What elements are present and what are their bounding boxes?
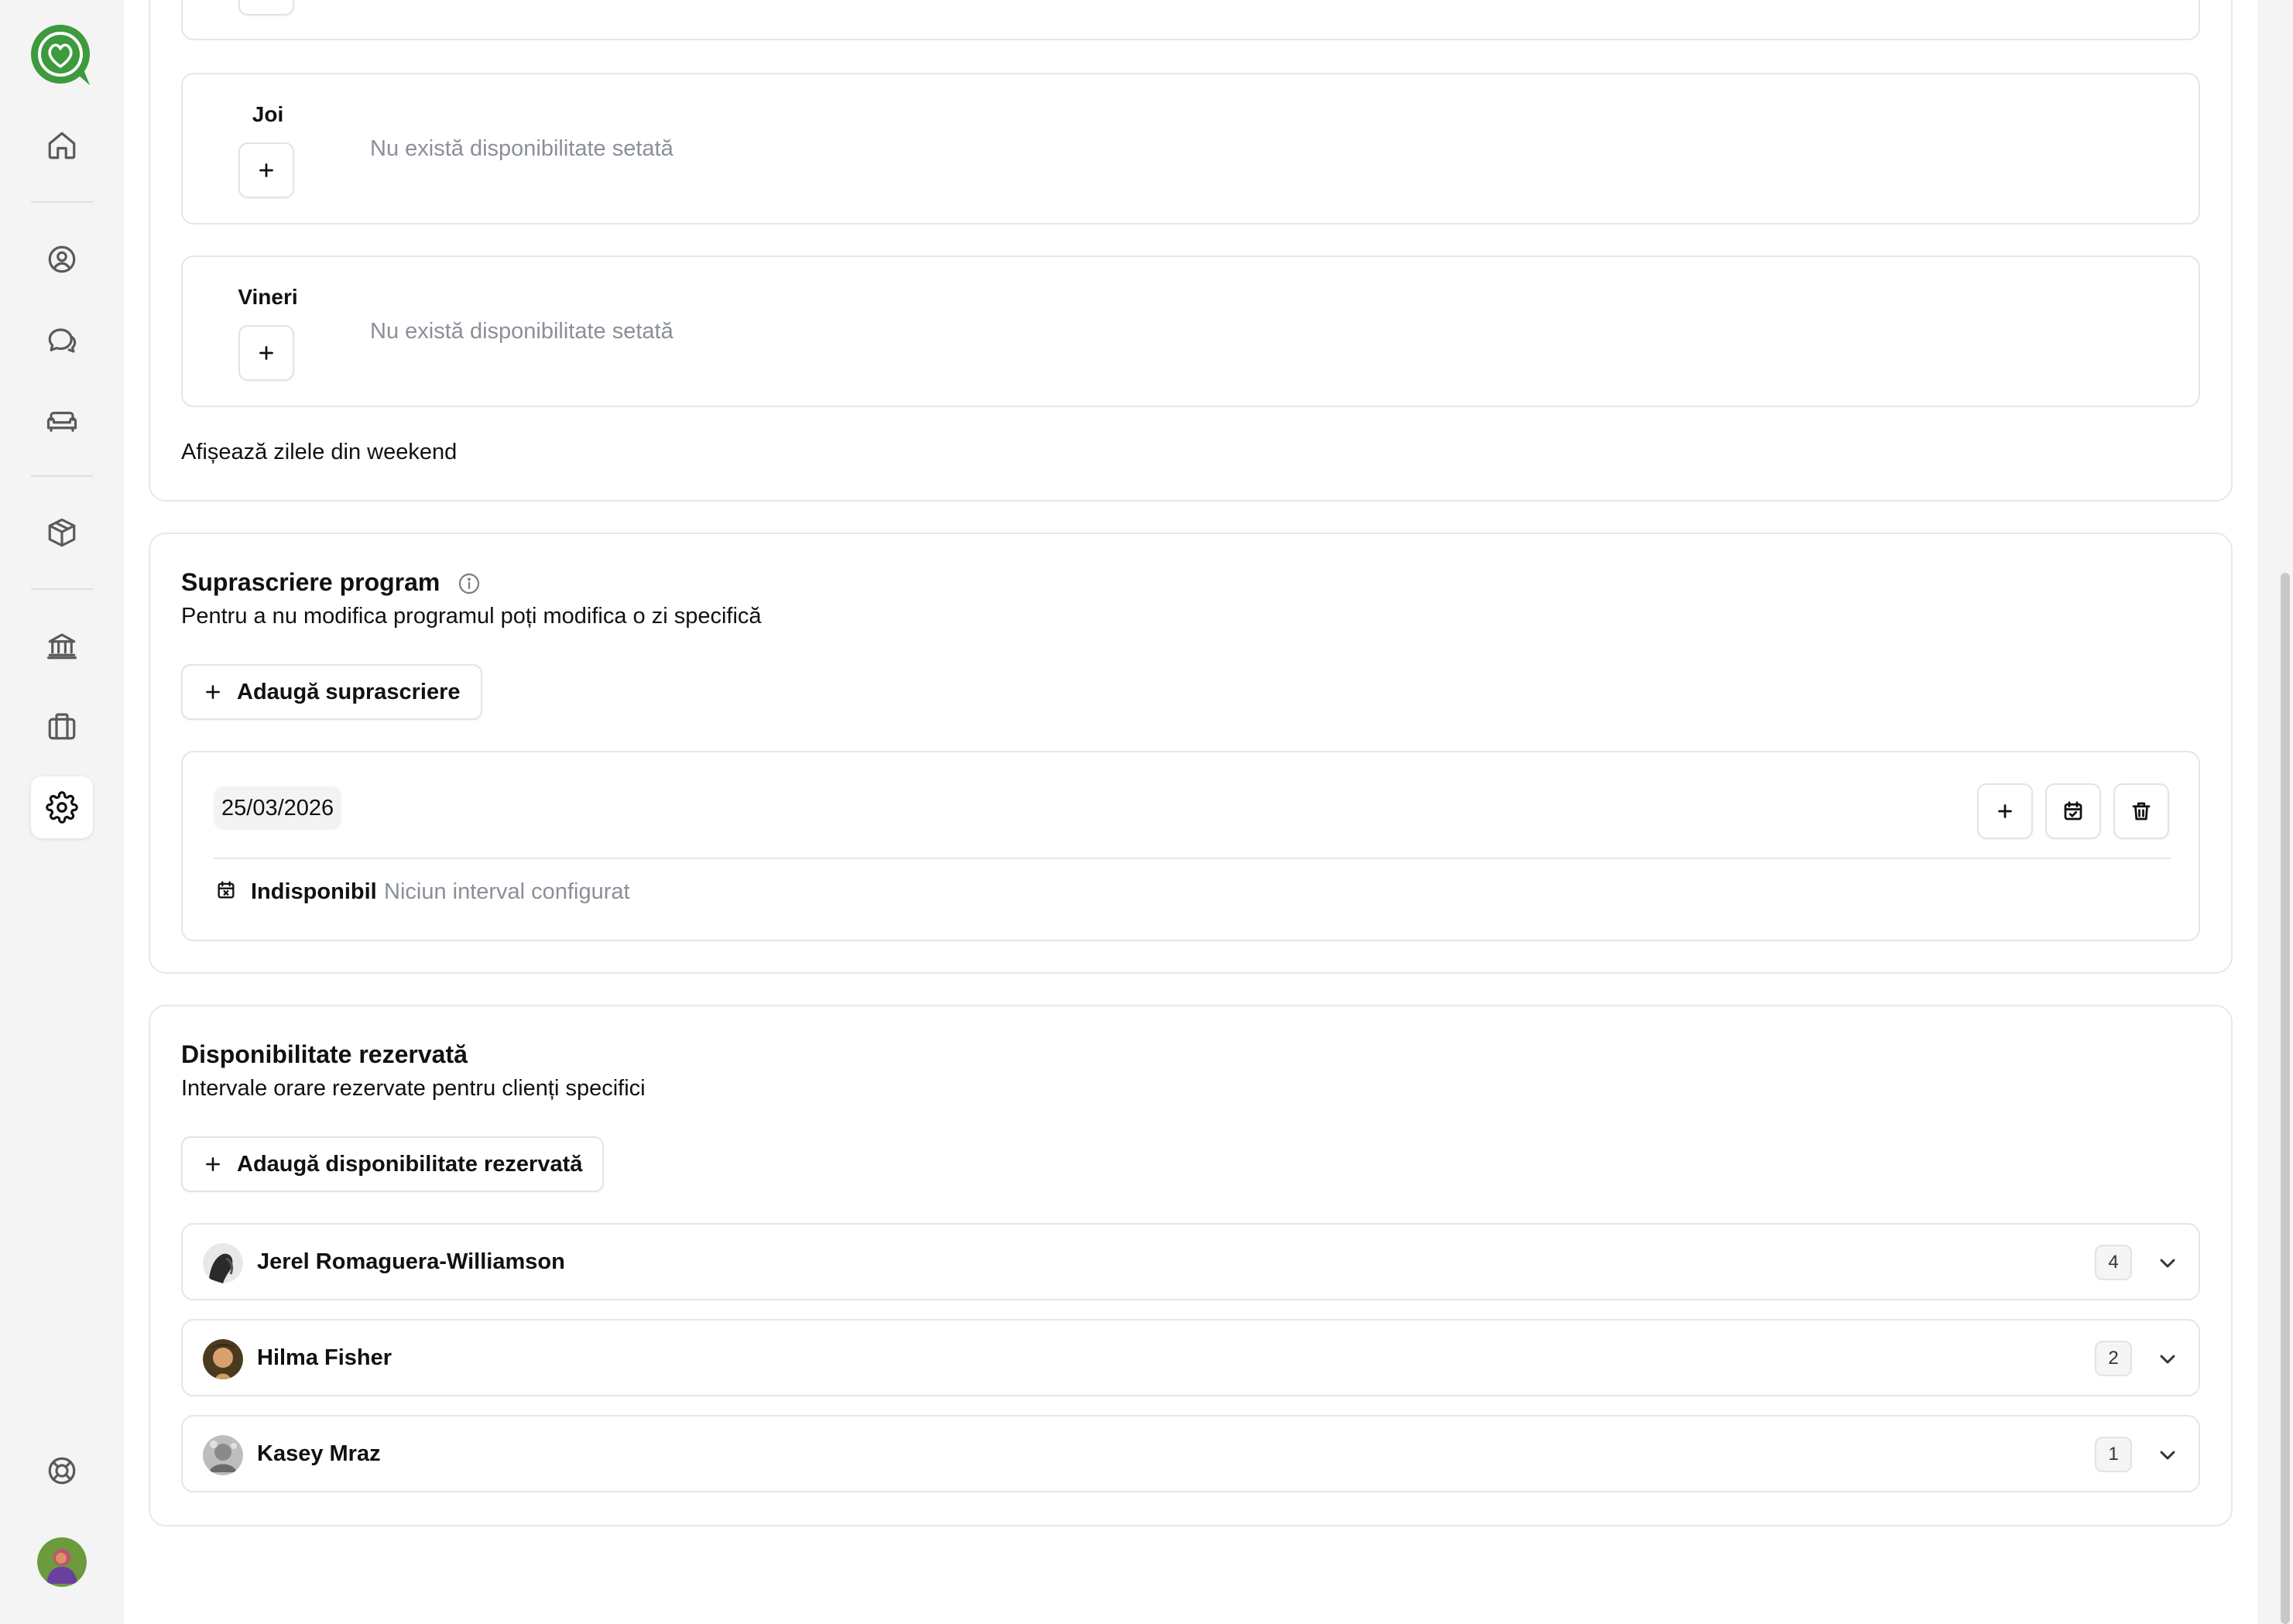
- nav-divider: [31, 588, 93, 590]
- empty-availability-text: Nu există disponibilitate setată: [370, 136, 674, 161]
- trash-icon: [2132, 802, 2151, 821]
- chat-icon[interactable]: [31, 310, 93, 372]
- unavailable-status: Indisponibil: [251, 879, 377, 904]
- user-icon[interactable]: [31, 228, 93, 290]
- plus-icon: [259, 163, 273, 177]
- scrollbar-thumb[interactable]: [2281, 573, 2290, 1624]
- slot-count-badge: 1: [2095, 1437, 2132, 1472]
- entry-divider: [214, 858, 2171, 859]
- calendar-check-button[interactable]: [2045, 783, 2101, 839]
- override-title: Suprascriere program: [181, 568, 440, 596]
- nav-divider: [31, 201, 93, 203]
- add-override-label: Adaugă suprascriere: [237, 679, 461, 704]
- add-interval-button[interactable]: [238, 0, 294, 15]
- add-interval-button[interactable]: [238, 142, 294, 198]
- home-icon[interactable]: [31, 115, 93, 176]
- slot-count-badge: 4: [2095, 1245, 2132, 1280]
- briefcase-icon[interactable]: [31, 695, 93, 757]
- add-interval-button[interactable]: [238, 325, 294, 381]
- client-row[interactable]: Jerel Romaguera-Williamson 4: [181, 1223, 2200, 1300]
- delete-button[interactable]: [2113, 783, 2169, 839]
- add-reserved-label: Adaugă disponibilitate rezervată: [237, 1151, 583, 1177]
- info-icon[interactable]: [457, 571, 482, 596]
- reserved-title: Disponibilitate rezervată: [181, 1040, 468, 1068]
- override-entry: 25/03/2026 Indisponibil Niciun interval …: [181, 751, 2200, 941]
- client-name: Hilma Fisher: [257, 1345, 392, 1370]
- add-interval-button[interactable]: [1977, 783, 2033, 839]
- day-row-previous: [181, 0, 2200, 40]
- plus-icon: [1998, 804, 2012, 818]
- add-reserved-button[interactable]: Adaugă disponibilitate rezervată: [181, 1136, 605, 1192]
- calendar-x-icon: [215, 879, 237, 901]
- logo-icon[interactable]: [29, 23, 94, 88]
- day-label: Joi: [252, 102, 284, 126]
- plus-icon: [259, 346, 273, 360]
- empty-availability-text: Nu există disponibilitate setată: [370, 319, 674, 344]
- plus-icon: [206, 1157, 220, 1171]
- client-avatar: [203, 1243, 243, 1283]
- plus-icon: [206, 685, 220, 699]
- calendar-check-icon: [2064, 801, 2082, 821]
- no-interval-text: Niciun interval configurat: [384, 879, 630, 904]
- add-override-button[interactable]: Adaugă suprascriere: [181, 664, 482, 720]
- show-weekend-toggle[interactable]: Afișează zilele din weekend: [181, 440, 457, 465]
- bank-icon[interactable]: [31, 615, 93, 677]
- package-icon[interactable]: [31, 502, 93, 564]
- nav-divider: [31, 475, 93, 477]
- client-name: Kasey Mraz: [257, 1441, 381, 1466]
- client-avatar: [203, 1339, 243, 1379]
- slot-count-badge: 2: [2095, 1341, 2132, 1376]
- settings-icon[interactable]: [31, 776, 93, 838]
- chevron-down-icon[interactable]: [2155, 1443, 2180, 1468]
- override-date[interactable]: 25/03/2026: [214, 786, 342, 830]
- user-avatar[interactable]: [37, 1537, 87, 1587]
- client-row[interactable]: Kasey Mraz 1: [181, 1415, 2200, 1492]
- day-row-friday: Vineri Nu există disponibilitate setată: [181, 255, 2200, 407]
- chevron-down-icon[interactable]: [2155, 1251, 2180, 1276]
- sidebar: [0, 0, 124, 1624]
- sofa-icon[interactable]: [31, 390, 93, 452]
- help-icon[interactable]: [31, 1440, 93, 1502]
- day-row-thursday: Joi Nu există disponibilitate setată: [181, 73, 2200, 224]
- override-subtitle: Pentru a nu modifica programul poți modi…: [181, 604, 762, 629]
- client-row[interactable]: Hilma Fisher 2: [181, 1319, 2200, 1396]
- client-avatar: [203, 1435, 243, 1475]
- client-name: Jerel Romaguera-Williamson: [257, 1249, 565, 1274]
- chevron-down-icon[interactable]: [2155, 1347, 2180, 1372]
- reserved-subtitle: Intervale orare rezervate pentru clienți…: [181, 1076, 646, 1101]
- day-label: Vineri: [238, 285, 298, 309]
